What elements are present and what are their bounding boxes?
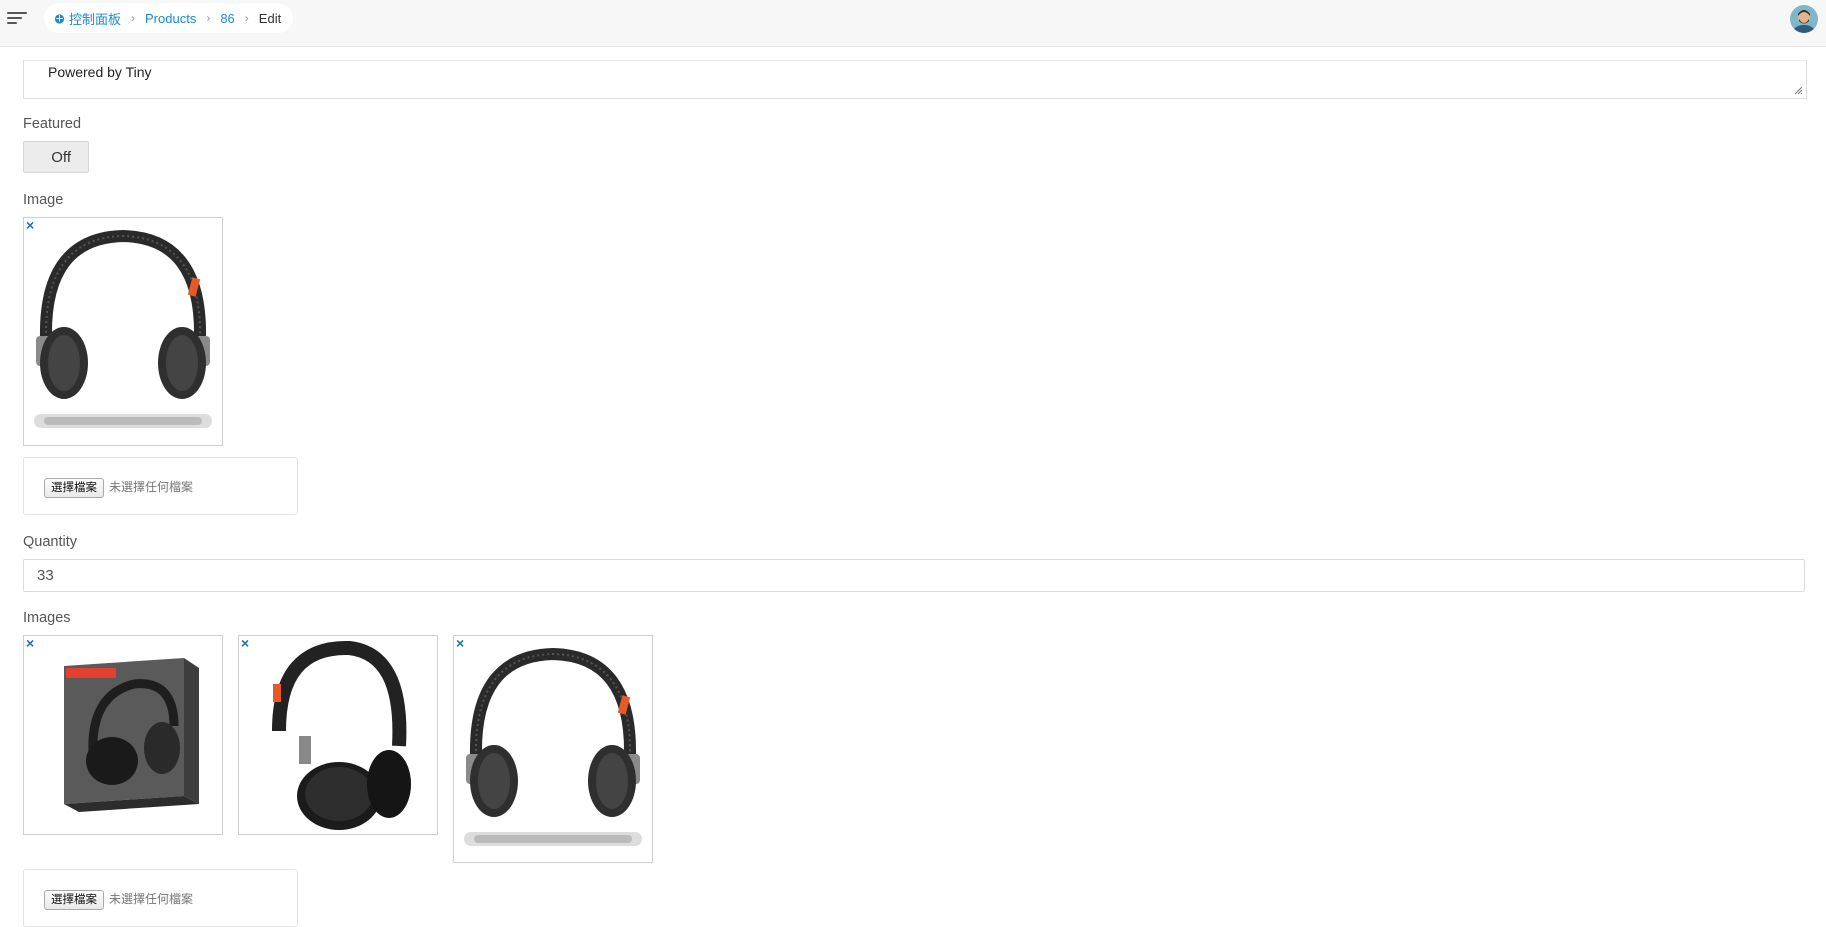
dashboard-icon	[54, 13, 65, 24]
images-choose-file-button[interactable]: 選擇檔案	[44, 890, 104, 910]
breadcrumb-home-link[interactable]: 控制面板	[54, 9, 121, 28]
breadcrumb-current: Edit	[258, 10, 282, 26]
remove-image-1-icon[interactable]: ×	[26, 636, 34, 650]
headphones-side-image	[272, 640, 411, 830]
image-label: Image	[23, 192, 64, 208]
remove-image-2-icon[interactable]: ×	[241, 636, 249, 650]
image-file-status: 未選擇任何檔案	[109, 480, 194, 494]
rich-text-editor-statusbar: Powered by Tiny	[23, 60, 1807, 99]
featured-label: Featured	[23, 116, 82, 132]
image-thumbnail: ×	[23, 217, 223, 446]
breadcrumb-products-link[interactable]: Products	[145, 11, 196, 26]
breadcrumb-home-label: 控制面板	[69, 11, 122, 27]
images-label: Images	[23, 610, 71, 626]
featured-toggle-label: Off	[51, 148, 71, 166]
user-avatar[interactable]	[1790, 5, 1818, 33]
remove-image-3-icon[interactable]: ×	[456, 636, 464, 650]
powered-by-tiny-link[interactable]: Powered by Tiny	[48, 64, 152, 80]
images-file-status: 未選擇任何檔案	[109, 892, 194, 906]
headphones-box-image	[64, 658, 199, 812]
headphones-front-image	[464, 647, 642, 846]
chevron-right-icon: ›	[131, 11, 136, 25]
images-thumbnail-3: ×	[453, 635, 653, 863]
image-choose-file-button[interactable]: 選擇檔案	[44, 478, 104, 498]
chevron-right-icon: ›	[206, 11, 211, 25]
breadcrumb-product-id-link[interactable]: 86	[220, 11, 234, 26]
images-thumbnail-2: ×	[238, 635, 438, 835]
chevron-right-icon: ›	[244, 11, 249, 25]
quantity-input[interactable]: 33	[23, 559, 1805, 592]
top-navbar: 控制面板 › Products › 86 › Edit	[0, 0, 1826, 47]
featured-toggle[interactable]: Off	[23, 141, 89, 173]
hamburger-menu-icon[interactable]	[7, 8, 29, 28]
breadcrumb: 控制面板 › Products › 86 › Edit	[44, 3, 294, 33]
images-thumbnail-1: ×	[23, 635, 223, 835]
avatar-image	[1790, 5, 1818, 33]
headphones-front-image	[34, 229, 212, 428]
images-file-upload: 選擇檔案 未選擇任何檔案	[23, 869, 298, 927]
quantity-label: Quantity	[23, 534, 77, 550]
resize-handle-icon[interactable]	[1794, 86, 1803, 95]
remove-image-icon[interactable]: ×	[26, 218, 34, 232]
image-file-upload: 選擇檔案 未選擇任何檔案	[23, 457, 298, 515]
